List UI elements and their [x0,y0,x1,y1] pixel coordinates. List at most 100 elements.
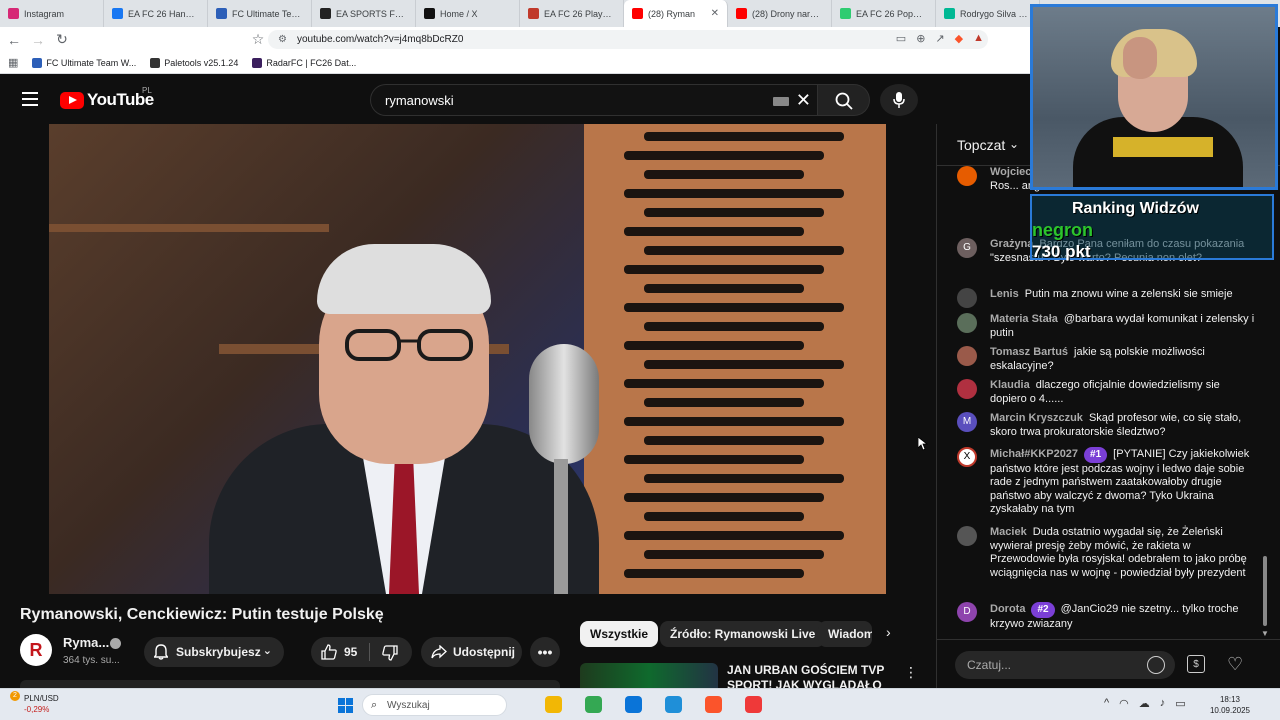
channel-avatar[interactable]: R [20,634,52,666]
channel-name[interactable]: Ryma... [63,635,109,650]
scroll-down-arrow-icon[interactable]: ▼ [1261,629,1269,638]
browser-tab[interactable]: (28) Drony naruszyl [728,0,832,27]
chat-author[interactable]: Tomasz Bartuś [990,346,1068,358]
taskbar-search-placeholder: Wyszukaj [387,699,430,711]
chevron-right-icon[interactable]: › [886,624,891,640]
search-icon: ⌕ [371,699,378,711]
chat-mode-selector[interactable]: Topczat [957,137,1005,153]
browser-tab[interactable]: Rodrygo Silva de G [936,0,1040,27]
chat-avatar[interactable]: D [957,602,977,622]
brave-shield-icon[interactable]: ◆ [955,32,963,45]
chat-avatar[interactable]: M [957,412,977,432]
super-chat-icon[interactable]: $ [1187,655,1205,673]
like-icon[interactable] [321,644,337,660]
rewards-icon[interactable]: ▲ [973,32,984,45]
vivaldi-icon[interactable] [745,696,762,713]
chat-author[interactable]: Dorota [990,603,1025,615]
browser-tab[interactable]: EA FC 26 Players, Pl [520,0,624,27]
chat-avatar[interactable]: X [957,447,977,467]
tab-favicon-icon [736,8,747,19]
cast-icon[interactable]: ▭ [896,32,906,45]
reload-icon[interactable]: ↻ [52,31,72,48]
browser-tab[interactable]: (28) Ryman ✕ [624,0,728,27]
forward-arrow-icon[interactable]: → [28,32,48,48]
bookmark-star-icon[interactable]: ☆ [248,31,268,48]
filter-chip[interactable]: Wiadom [818,621,872,647]
tab-close-icon[interactable]: ✕ [711,8,719,19]
chat-avatar[interactable] [957,379,977,399]
video-microphone [529,344,599,464]
browser-tab[interactable]: Home / X [416,0,520,27]
chat-avatar[interactable] [957,166,977,186]
filter-chip[interactable]: Wszystkie [580,621,659,647]
heart-icon[interactable]: ♡ [1227,654,1243,675]
more-actions-button[interactable]: ••• [530,637,560,667]
apps-grid-icon[interactable]: ▦ [8,56,18,69]
description-box[interactable] [20,680,560,688]
search-button[interactable] [818,84,870,116]
share-button[interactable]: Udostępnij [421,637,522,667]
chat-author[interactable]: Maciek [990,526,1027,538]
recommendation-more-icon[interactable]: ⋮ [904,664,918,681]
recommendation-thumbnail[interactable] [580,663,718,688]
tab-favicon-icon [528,8,539,19]
bookmark-item[interactable]: FC Ultimate Team W... [32,57,136,68]
keyboard-icon[interactable] [773,97,789,106]
tray-chevron-up-icon[interactable]: ^ [1104,697,1109,710]
tab-favicon-icon [944,8,955,19]
youtube-logo[interactable]: YouTube PL [60,86,154,110]
filter-chip[interactable]: Źródło: Rymanowski Live [660,621,826,647]
vscode-icon[interactable] [625,696,642,713]
chat-input[interactable]: Czatuj... [955,651,1175,679]
ranking-user: negron [1032,220,1093,240]
chat-author[interactable]: Michał#KKP2027 [990,448,1078,460]
dislike-icon[interactable] [382,645,398,661]
video-title: Rymanowski, Cenckiewicz: Putin testuje P… [20,606,384,623]
taskbar-search[interactable]: ⌕ Wyszukaj [362,694,507,716]
site-info-icon[interactable]: ⚙ [278,34,287,45]
chat-author[interactable]: Grażyna [990,238,1033,250]
chat-author[interactable]: Marcin Kryszczuk [990,412,1083,424]
chat-scrollbar[interactable] [1263,556,1267,626]
bookmark-item[interactable]: RadarFC | FC26 Dat... [252,57,356,68]
chevron-down-icon[interactable]: ⌄ [1009,137,1019,151]
menu-icon[interactable] [22,92,38,106]
battery-icon[interactable]: ▭ [1175,697,1185,710]
subscribe-button[interactable]: Subskrybujesz ⌄ [144,637,284,667]
bookmark-item[interactable]: Paletools v25.1.24 [150,57,238,68]
chat-avatar[interactable] [957,346,977,366]
brave-icon[interactable] [705,696,722,713]
browser-tab[interactable]: FC Ultimate Team W [208,0,312,27]
windows-start-icon[interactable] [338,698,353,713]
cloud-icon[interactable]: ☁ [1139,697,1150,710]
chat-avatar[interactable] [957,288,977,308]
recommendation-title[interactable]: JAN URBAN GOŚCIEM TVP SPORT! JAK WYGLĄDA… [727,663,887,688]
chat-author[interactable]: Lenis [990,288,1019,300]
clock[interactable]: 18:13 10.09.2025 [1200,694,1260,716]
search-input[interactable]: rymanowski ✕ [370,84,818,116]
video-player[interactable] [49,124,886,594]
file-explorer-icon[interactable] [545,696,562,713]
chat-avatar[interactable]: G [957,238,977,258]
clear-search-icon[interactable]: ✕ [796,90,811,111]
chat-message-body: Maciek Duda ostatnio wygadał się, że Żele… [990,526,1257,580]
browser-tab[interactable]: Instagram [0,0,104,27]
chat-author[interactable]: Materia Stała [990,313,1058,325]
share-page-icon[interactable]: ↗ [935,32,944,45]
browser-tab[interactable]: EA SPORTS FC™ 26 [312,0,416,27]
zoom-icon[interactable]: ⊕ [916,32,925,45]
chat-avatar[interactable] [957,526,977,546]
notification-count: 2 [13,692,17,699]
browser-tab[interactable]: EA FC 26 Popular Pl [832,0,936,27]
chrome-icon[interactable] [585,696,602,713]
wifi-icon[interactable]: ◠ [1119,697,1129,710]
speaker-icon[interactable]: ♪ [1160,697,1166,710]
edge-icon[interactable] [665,696,682,713]
back-arrow-icon[interactable]: ← [4,32,24,48]
voice-search-button[interactable] [880,84,918,116]
browser-tab[interactable]: EA FC 26 Handel, Za [104,0,208,27]
address-bar[interactable]: ⚙ youtube.com/watch?v=j4mq8bDcRZ0 [268,30,988,49]
chat-avatar[interactable] [957,313,977,333]
emoji-icon[interactable] [1147,656,1165,674]
chat-author[interactable]: Klaudia [990,379,1030,391]
